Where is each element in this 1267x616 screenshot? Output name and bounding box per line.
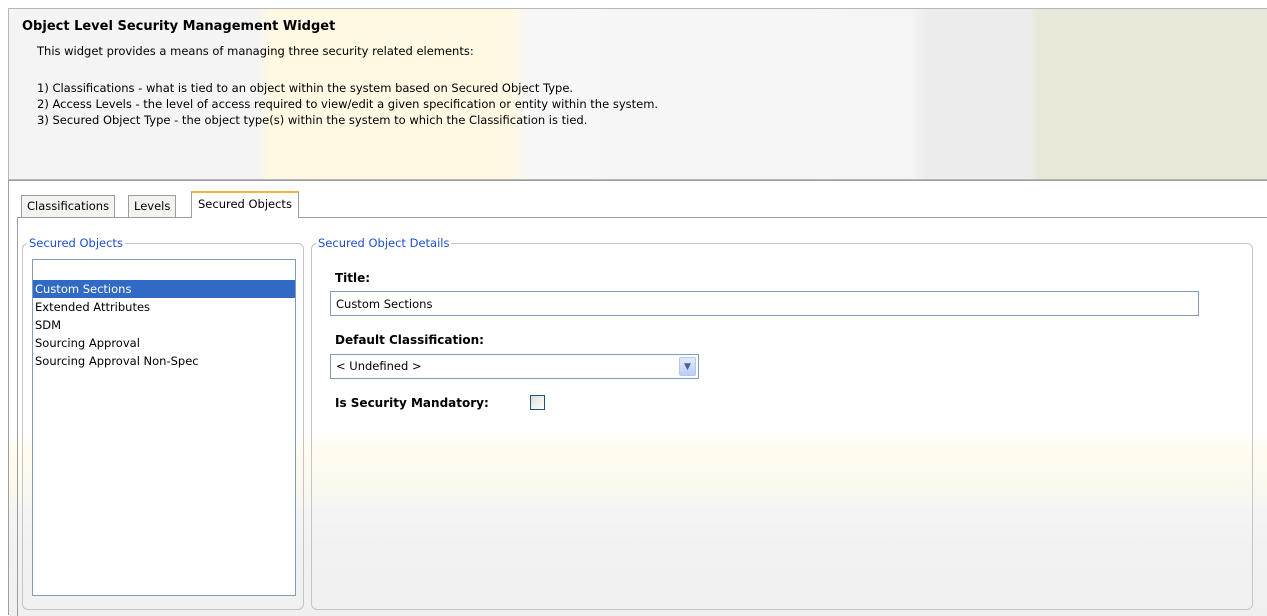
list-item-sourcing-approval-non-spec[interactable]: Sourcing Approval Non-Spec [33, 352, 295, 370]
description-panel: Object Level Security Management Widget … [8, 8, 1267, 180]
is-security-mandatory-label: Is Security Mandatory: [335, 396, 489, 410]
default-classification-label: Default Classification: [335, 333, 484, 347]
list-item-sdm[interactable]: SDM [33, 316, 295, 334]
list-item-sourcing-approval[interactable]: Sourcing Approval [33, 334, 295, 352]
description-item-secured-object-type: 3) Secured Object Type - the object type… [37, 113, 588, 127]
tab-classifications[interactable]: Classifications [21, 195, 116, 217]
widget-title: Object Level Security Management Widget [22, 19, 336, 34]
secured-objects-legend: Secured Objects [29, 236, 123, 250]
secured-object-details-legend: Secured Object Details [318, 236, 450, 250]
description-item-access-levels: 2) Access Levels - the level of access r… [37, 97, 659, 111]
chevron-down-icon[interactable]: ▼ [679, 357, 696, 376]
tab-secured-objects[interactable]: Secured Objects [191, 191, 299, 218]
title-input[interactable] [330, 291, 1199, 316]
tab-levels[interactable]: Levels [128, 195, 177, 217]
list-item-custom-sections[interactable]: Custom Sections [33, 280, 295, 298]
secured-objects-list[interactable]: Custom Sections Extended Attributes SDM … [32, 259, 296, 596]
is-security-mandatory-checkbox[interactable] [530, 395, 545, 410]
title-label: Title: [335, 271, 371, 285]
description-item-classifications: 1) Classifications - what is tied to an … [37, 81, 574, 95]
default-classification-value: < Undefined > [336, 359, 422, 373]
widget-intro: This widget provides a means of managing… [37, 44, 474, 58]
list-item-extended-attributes[interactable]: Extended Attributes [33, 298, 295, 316]
default-classification-select[interactable]: < Undefined > ▼ [330, 354, 699, 379]
